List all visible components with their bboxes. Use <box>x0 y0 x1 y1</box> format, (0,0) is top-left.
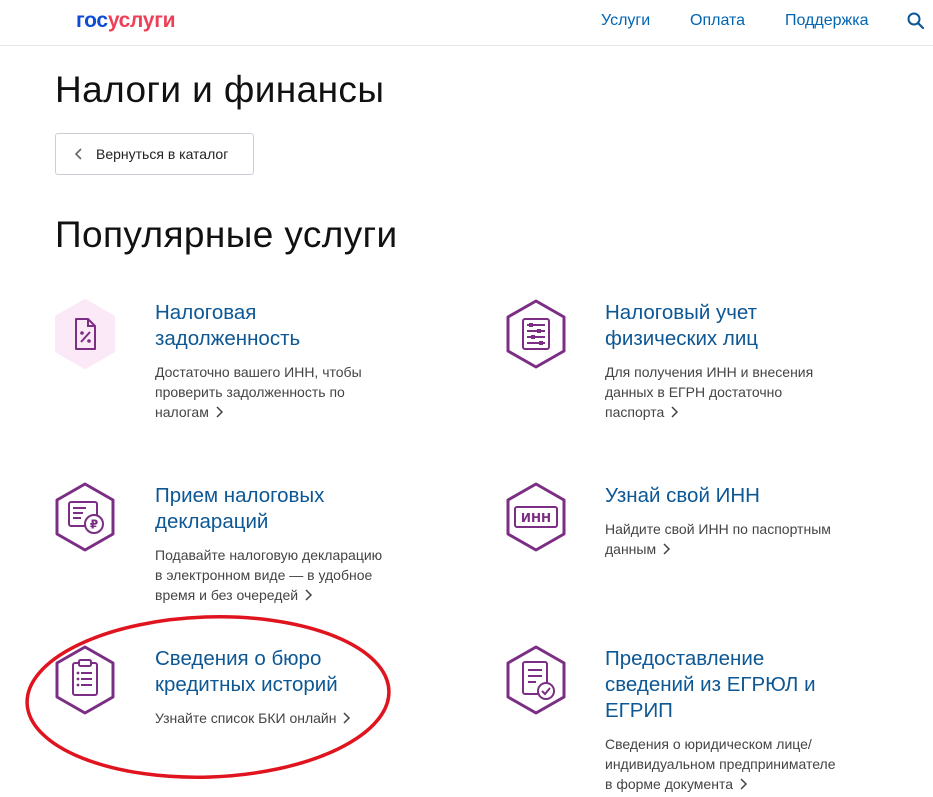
nav-services[interactable]: Услуги <box>601 12 650 30</box>
card-description: Достаточно вашего ИНН, чтобы проверить за… <box>155 364 362 420</box>
chevron-right-icon[interactable] <box>215 406 225 418</box>
back-button-label: Вернуться в каталог <box>96 146 229 162</box>
abacus-icon <box>506 299 566 369</box>
card-title[interactable]: Предоставление сведений из ЕГРЮЛ и ЕГРИП <box>605 646 816 724</box>
card-title[interactable]: Узнай свой ИНН <box>605 483 760 509</box>
page-title: Налоги и финансы <box>55 69 385 110</box>
chevron-right-icon[interactable] <box>342 712 352 724</box>
card-title[interactable]: Налоговый учет физических лиц <box>605 300 758 352</box>
chevron-right-icon[interactable] <box>670 406 680 418</box>
card-title[interactable]: Налоговая задолженность <box>155 300 300 352</box>
chevron-left-icon <box>74 148 82 160</box>
card-description: Сведения о юридическом лице/индивидуальн… <box>605 736 836 792</box>
gosuslugi-logo[interactable]: госуслуги <box>76 9 176 33</box>
inn-icon: ИНН <box>506 482 566 552</box>
chevron-right-icon[interactable] <box>662 543 672 555</box>
svg-text:₽: ₽ <box>90 518 98 532</box>
document-check-icon <box>506 645 566 715</box>
card-description: Найдите свой ИНН по паспортным данным <box>605 521 831 557</box>
card-description: Для получения ИНН и внесения данных в ЕГР… <box>605 364 814 420</box>
top-header: госуслуги Услуги Оплата Поддержка <box>0 0 933 46</box>
section-title: Популярные услуги <box>55 214 398 255</box>
tax-debt-icon <box>55 299 115 369</box>
chevron-right-icon[interactable] <box>739 778 749 790</box>
clipboard-list-icon <box>55 645 115 715</box>
card-title[interactable]: Прием налоговых деклараций <box>155 483 324 535</box>
tax-declaration-icon: ₽ <box>55 482 115 552</box>
nav-support[interactable]: Поддержка <box>785 12 868 30</box>
search-icon[interactable] <box>906 11 926 31</box>
card-description: Подавайте налоговую декларацию в электрон… <box>155 547 383 603</box>
nav-payment[interactable]: Оплата <box>690 12 745 30</box>
inn-icon-label: ИНН <box>521 511 551 525</box>
chevron-right-icon[interactable] <box>304 589 314 601</box>
card-description: Узнайте список БКИ онлайн <box>155 708 352 728</box>
card-title[interactable]: Сведения о бюро кредитных историй <box>155 646 338 698</box>
back-to-catalog-button[interactable]: Вернуться в каталог <box>55 133 254 175</box>
